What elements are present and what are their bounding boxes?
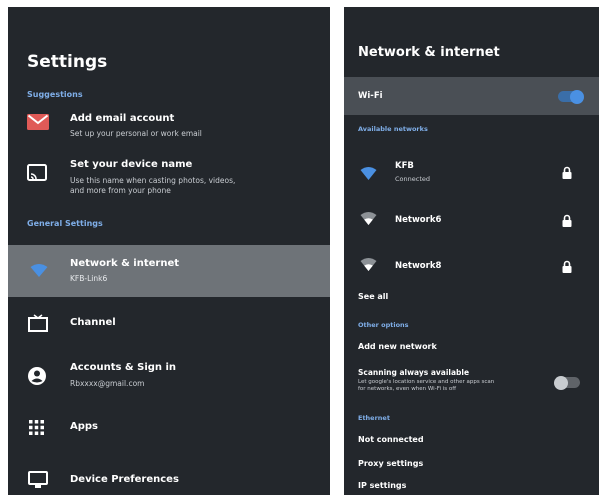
wifi-icon bbox=[30, 264, 48, 277]
menu-item-subtitle: Rbxxxx@gmail.com bbox=[70, 379, 145, 388]
cast-icon bbox=[27, 164, 47, 181]
section-header-ethernet: Ethernet bbox=[358, 414, 390, 422]
email-icon bbox=[27, 114, 49, 130]
network-name: Network6 bbox=[395, 215, 442, 225]
add-new-network-button[interactable]: Add new network bbox=[358, 342, 437, 351]
menu-item-network-internet[interactable]: Network & internet KFB-Link6 bbox=[8, 245, 330, 297]
menu-item-apps[interactable]: Apps bbox=[8, 411, 330, 445]
wifi-label: Wi-Fi bbox=[358, 91, 383, 101]
settings-panel: Settings Suggestions Add email account S… bbox=[8, 7, 330, 495]
suggestion-add-email[interactable]: Add email account Set up your personal o… bbox=[8, 107, 330, 147]
wifi-toggle-row[interactable]: Wi-Fi bbox=[344, 77, 599, 115]
lock-icon bbox=[562, 260, 572, 273]
ethernet-status: Not connected bbox=[358, 435, 424, 444]
suggestion-title: Set your device name bbox=[70, 159, 193, 170]
network-item-network6[interactable]: Network6 bbox=[344, 203, 599, 237]
suggestion-device-name[interactable]: Set your device name Use this name when … bbox=[8, 155, 330, 207]
menu-item-device-preferences[interactable]: Device Preferences bbox=[8, 463, 330, 495]
network-name: KFB bbox=[395, 161, 414, 171]
section-header-other-options: Other options bbox=[358, 321, 409, 329]
suggestion-subtitle-line-2: and more from your phone bbox=[70, 186, 171, 195]
scanning-toggle[interactable] bbox=[554, 375, 580, 390]
network-name: Network8 bbox=[395, 261, 442, 271]
apps-grid-icon bbox=[29, 420, 44, 435]
scanning-desc-line-1: Let google's location service and other … bbox=[358, 379, 495, 385]
menu-item-title: Apps bbox=[70, 421, 99, 432]
network-item-network8[interactable]: Network8 bbox=[344, 249, 599, 283]
network-item-kfb[interactable]: KFB Connected bbox=[344, 157, 599, 191]
section-header-suggestions: Suggestions bbox=[27, 90, 83, 99]
wifi-signal-icon bbox=[360, 212, 377, 225]
menu-item-title: Network & internet bbox=[70, 258, 180, 269]
account-icon bbox=[28, 367, 46, 385]
suggestion-subtitle: Set up your personal or work email bbox=[70, 129, 202, 138]
see-all-link[interactable]: See all bbox=[358, 292, 388, 301]
lock-icon bbox=[562, 166, 572, 179]
proxy-settings-button[interactable]: Proxy settings bbox=[358, 459, 423, 468]
scanning-desc-line-2: for networks, even when Wi-Fi is off bbox=[358, 386, 457, 392]
wifi-signal-icon bbox=[360, 167, 377, 180]
page-title: Settings bbox=[27, 52, 108, 72]
section-header-general: General Settings bbox=[27, 219, 103, 228]
menu-item-accounts[interactable]: Accounts & Sign in Rbxxxx@gmail.com bbox=[8, 357, 330, 397]
suggestion-title: Add email account bbox=[70, 113, 175, 124]
wifi-toggle-thumb bbox=[570, 89, 584, 104]
ip-settings-button[interactable]: IP settings bbox=[358, 481, 406, 490]
menu-item-channel[interactable]: Channel bbox=[8, 307, 330, 341]
monitor-icon bbox=[28, 471, 48, 488]
scanning-toggle-thumb bbox=[554, 375, 568, 390]
menu-item-title: Device Preferences bbox=[70, 474, 179, 485]
menu-item-title: Accounts & Sign in bbox=[70, 362, 177, 373]
wifi-signal-icon bbox=[360, 258, 377, 271]
tv-icon bbox=[28, 314, 48, 332]
lock-icon bbox=[562, 214, 572, 227]
scanning-label: Scanning always available bbox=[358, 368, 470, 377]
network-internet-panel: Network & internet Wi-Fi Available netwo… bbox=[344, 7, 599, 495]
scanning-toggle-row[interactable]: Scanning always available Let google's l… bbox=[344, 365, 599, 401]
menu-item-subtitle: KFB-Link6 bbox=[70, 274, 108, 283]
network-status: Connected bbox=[395, 175, 431, 183]
suggestion-subtitle-line-1: Use this name when casting photos, video… bbox=[70, 176, 236, 185]
menu-item-title: Channel bbox=[70, 317, 116, 328]
wifi-toggle[interactable] bbox=[558, 89, 584, 104]
panel-title: Network & internet bbox=[358, 45, 500, 60]
section-header-available-networks: Available networks bbox=[358, 125, 428, 133]
